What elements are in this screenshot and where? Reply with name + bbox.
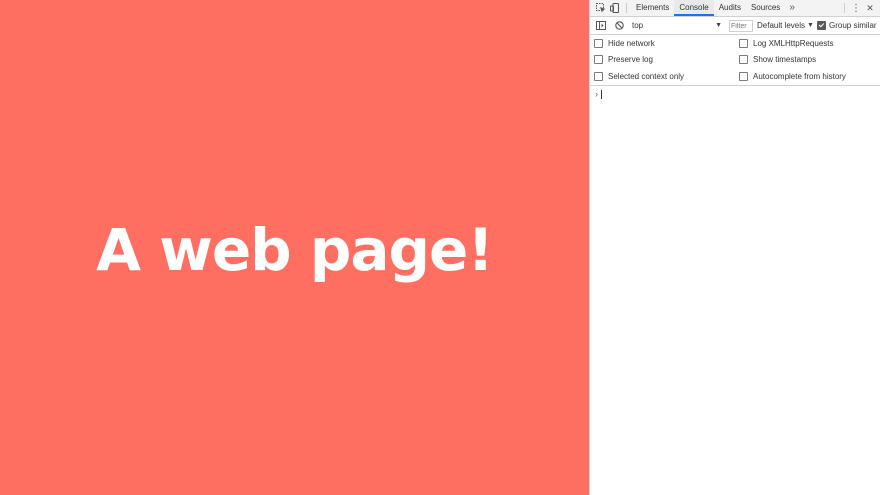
show-timestamps-checkbox[interactable] xyxy=(739,54,748,64)
context-selector[interactable]: top ▼ xyxy=(632,17,722,34)
console-toolbar: top ▼ Default levels ▼ Group similar xyxy=(590,17,880,35)
show-timestamps-label: Show timestamps xyxy=(753,54,817,64)
clear-console-icon[interactable] xyxy=(612,19,626,33)
autocomplete-history-label: Autocomplete from history xyxy=(753,71,846,81)
log-levels-label: Default levels xyxy=(757,21,806,30)
log-xhr-option[interactable]: Log XMLHttpRequests xyxy=(739,35,834,51)
device-toolbar-icon[interactable] xyxy=(608,1,622,15)
devtools-panel: Elements Console Audits Sources » ⋮ ✕ to… xyxy=(589,0,880,495)
group-similar-checkbox[interactable] xyxy=(817,21,826,30)
log-xhr-label: Log XMLHttpRequests xyxy=(753,38,834,48)
log-xhr-checkbox[interactable] xyxy=(739,38,748,48)
tab-audits[interactable]: Audits xyxy=(714,0,746,16)
group-similar-option[interactable]: Group similar xyxy=(817,17,877,34)
selected-context-checkbox[interactable] xyxy=(594,71,603,81)
page-heading: A web page! xyxy=(96,215,494,284)
hide-network-option[interactable]: Hide network xyxy=(594,35,655,51)
autocomplete-history-option[interactable]: Autocomplete from history xyxy=(739,68,846,84)
devtools-tabbar: Elements Console Audits Sources » ⋮ ✕ xyxy=(590,0,880,17)
preserve-log-checkbox[interactable] xyxy=(594,54,603,64)
toolbar-divider xyxy=(844,3,845,13)
selected-context-label: Selected context only xyxy=(608,71,685,81)
devtools-window-controls: ⋮ ✕ xyxy=(840,0,880,16)
dropdown-arrow-icon: ▼ xyxy=(715,22,722,29)
console-settings: Hide network Preserve log Selected conte… xyxy=(590,35,880,86)
kebab-menu-icon[interactable]: ⋮ xyxy=(849,1,863,15)
show-timestamps-option[interactable]: Show timestamps xyxy=(739,51,816,67)
preserve-log-label: Preserve log xyxy=(608,54,653,64)
context-value: top xyxy=(632,21,644,30)
console-input[interactable]: › xyxy=(590,86,880,102)
group-similar-label: Group similar xyxy=(829,21,877,30)
preserve-log-option[interactable]: Preserve log xyxy=(594,51,653,67)
close-icon[interactable]: ✕ xyxy=(863,1,877,15)
log-levels-dropdown[interactable]: Default levels ▼ xyxy=(757,17,814,34)
toolbar-divider xyxy=(626,3,627,13)
prompt-chevron-icon: › xyxy=(595,89,598,99)
tab-console[interactable]: Console xyxy=(674,0,714,16)
tab-elements[interactable]: Elements xyxy=(631,0,674,16)
hide-network-checkbox[interactable] xyxy=(594,38,603,48)
tab-sources[interactable]: Sources xyxy=(746,0,785,16)
text-cursor xyxy=(601,89,602,99)
sidebar-toggle-icon[interactable] xyxy=(594,19,608,33)
web-page: A web page! xyxy=(0,0,589,495)
selected-context-option[interactable]: Selected context only xyxy=(594,68,684,84)
filter-input[interactable] xyxy=(729,20,753,32)
more-tabs-icon[interactable]: » xyxy=(785,0,799,16)
inspect-element-icon[interactable] xyxy=(594,1,608,15)
hide-network-label: Hide network xyxy=(608,38,655,48)
autocomplete-history-checkbox[interactable] xyxy=(739,71,748,81)
dropdown-arrow-icon: ▼ xyxy=(807,22,814,29)
